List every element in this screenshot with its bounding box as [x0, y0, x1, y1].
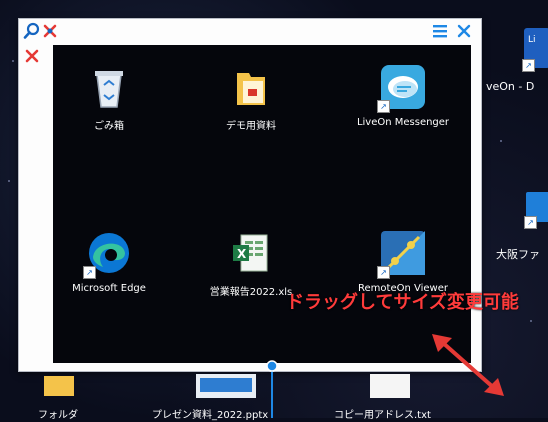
magnifier-icon[interactable]: [23, 22, 41, 40]
pin-icon[interactable]: [41, 22, 59, 40]
desktop-icon-label: コピー用アドレス.txt: [334, 410, 431, 421]
svg-text:Li: Li: [528, 35, 536, 45]
shortcut-arrow-icon: ↗: [83, 266, 96, 279]
svg-text:X: X: [237, 247, 247, 261]
hamburger-menu-icon[interactable]: [431, 22, 449, 40]
star-dot: [12, 60, 14, 62]
pin-icon[interactable]: [23, 47, 41, 65]
remote-screen[interactable]: ごみ箱 デモ用資料 ↗ LiveOn Messenger ↗ Microsoft…: [53, 45, 471, 363]
remote-icon-remoteon-viewer[interactable]: ↗ RemoteOn Viewer: [343, 231, 463, 294]
icon-label: LiveOn Messenger: [356, 117, 450, 128]
desktop-icon-liveon-desktop[interactable]: Li ↗ veOn - D: [486, 28, 548, 98]
close-icon[interactable]: [455, 22, 473, 40]
folder-icon: [237, 73, 265, 105]
desktop-icon-label: フォルダ: [38, 410, 78, 421]
powerpoint-file-icon: [196, 374, 256, 398]
viewer-side-strip: [19, 45, 53, 371]
excel-file-icon: X: [233, 234, 268, 272]
remote-icon-recycle-bin[interactable]: ごみ箱: [53, 65, 169, 132]
remote-icon-demo-folder[interactable]: デモ用資料: [191, 65, 311, 132]
viewer-toolbar[interactable]: [19, 19, 481, 45]
remote-icon-liveon-messenger[interactable]: ↗ LiveOn Messenger: [343, 65, 463, 128]
desktop-bottom-row: フォルダ プレゼン資料_2022.pptx コピー用アドレス.txt: [0, 372, 548, 421]
shortcut-arrow-icon: ↗: [522, 59, 535, 72]
icon-label: Microsoft Edge: [72, 283, 146, 294]
desktop-icon-address-text[interactable]: コピー用アドレス.txt: [334, 374, 454, 421]
folder-icon: [44, 376, 74, 396]
remote-viewer-window[interactable]: ごみ箱 デモ用資料 ↗ LiveOn Messenger ↗ Microsoft…: [18, 18, 482, 372]
desktop-icon-presentation[interactable]: プレゼン資料_2022.pptx: [152, 374, 322, 421]
icon-label: ごみ箱: [94, 121, 124, 132]
desktop-icon-osaka-folder[interactable]: ↗ 大阪ファ: [496, 180, 548, 261]
shortcut-arrow-icon: ↗: [377, 266, 390, 279]
remote-icon-microsoft-edge[interactable]: ↗ Microsoft Edge: [53, 231, 169, 294]
desktop-icon-label: veOn - D: [486, 80, 535, 93]
star-dot: [500, 140, 502, 142]
desktop-icon-folder[interactable]: フォルダ: [36, 374, 86, 421]
text-file-icon: [370, 374, 410, 398]
shortcut-arrow-icon: ↗: [524, 216, 537, 229]
recycle-bin-icon: [95, 71, 123, 108]
star-dot: [530, 320, 532, 322]
desktop-icon-label: 大阪ファ: [496, 248, 540, 261]
icon-label: デモ用資料: [226, 121, 276, 132]
desktop-icon-label: プレゼン資料_2022.pptx: [152, 410, 269, 421]
resize-hint-caption: ドラッグしてサイズ変更可能: [286, 292, 519, 313]
shortcut-arrow-icon: ↗: [377, 100, 390, 113]
star-dot: [8, 180, 10, 182]
